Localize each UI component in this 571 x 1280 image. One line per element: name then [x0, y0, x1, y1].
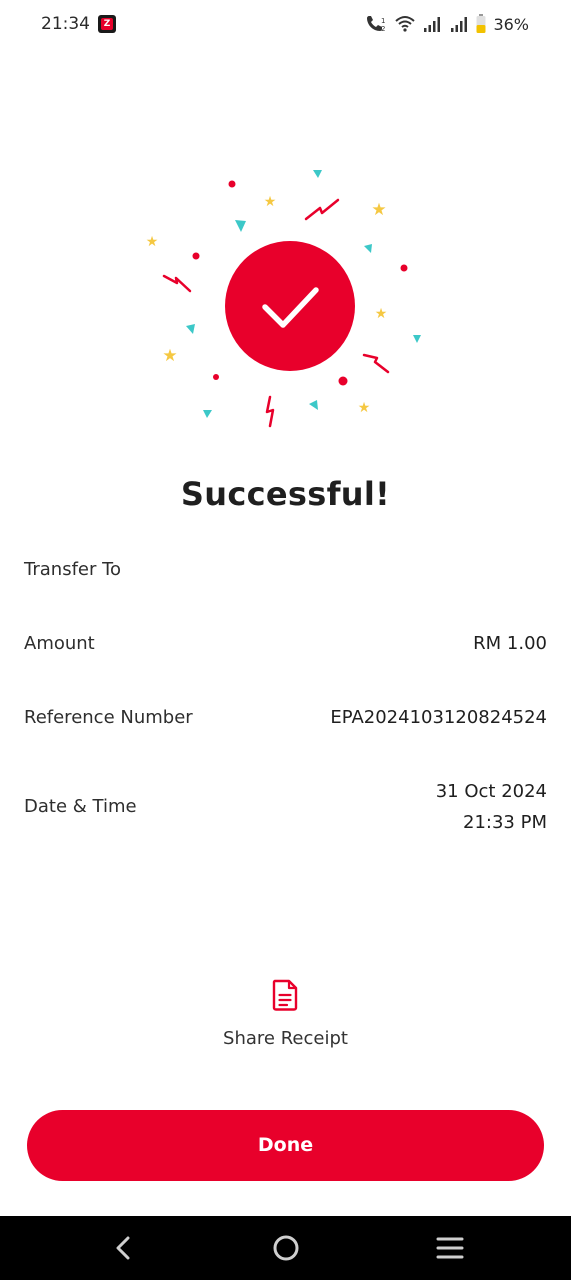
svg-text:★: ★ — [358, 400, 371, 416]
transfer-to-label: Transfer To — [24, 559, 122, 580]
status-icons: 1 2 36% — [364, 13, 529, 35]
done-button[interactable]: Done — [27, 1110, 544, 1181]
signal-icon — [422, 15, 442, 33]
amount-label: Amount — [24, 633, 95, 654]
time-value: 21:33 PM — [463, 812, 547, 833]
wifi-calling-icon: 1 2 — [364, 14, 388, 34]
svg-text:★: ★ — [264, 194, 277, 210]
document-icon[interactable] — [271, 979, 299, 1011]
share-receipt-button[interactable]: Share Receipt — [0, 1028, 571, 1049]
svg-text:★: ★ — [371, 200, 386, 220]
success-check-icon — [225, 241, 355, 371]
navigation-bar — [0, 1216, 571, 1280]
date-time-label: Date & Time — [24, 796, 137, 817]
svg-text:★: ★ — [146, 234, 159, 250]
amount-value: RM 1.00 — [473, 633, 547, 654]
success-title: Successful! — [180, 475, 391, 513]
status-time: 21:34 — [41, 14, 90, 34]
app-notification-icon: Z — [98, 15, 116, 33]
battery-icon — [476, 14, 486, 34]
svg-text:★: ★ — [162, 346, 177, 366]
home-icon[interactable] — [246, 1216, 326, 1280]
svg-text:1: 1 — [381, 17, 385, 25]
svg-text:2: 2 — [381, 25, 385, 33]
signal-icon — [449, 15, 469, 33]
svg-text:★: ★ — [375, 306, 388, 322]
battery-percent: 36% — [493, 14, 529, 34]
reference-number-value: EPA2024103120824524 — [330, 707, 547, 728]
date-value: 31 Oct 2024 — [435, 781, 547, 802]
status-bar: 21:34 Z 1 2 36% — [0, 0, 571, 48]
back-icon[interactable] — [82, 1216, 162, 1280]
recents-icon[interactable] — [410, 1216, 490, 1280]
wifi-icon — [395, 15, 416, 33]
date-time-value: 31 Oct 2024 21:33 PM — [436, 776, 547, 838]
reference-number-label: Reference Number — [24, 707, 193, 728]
